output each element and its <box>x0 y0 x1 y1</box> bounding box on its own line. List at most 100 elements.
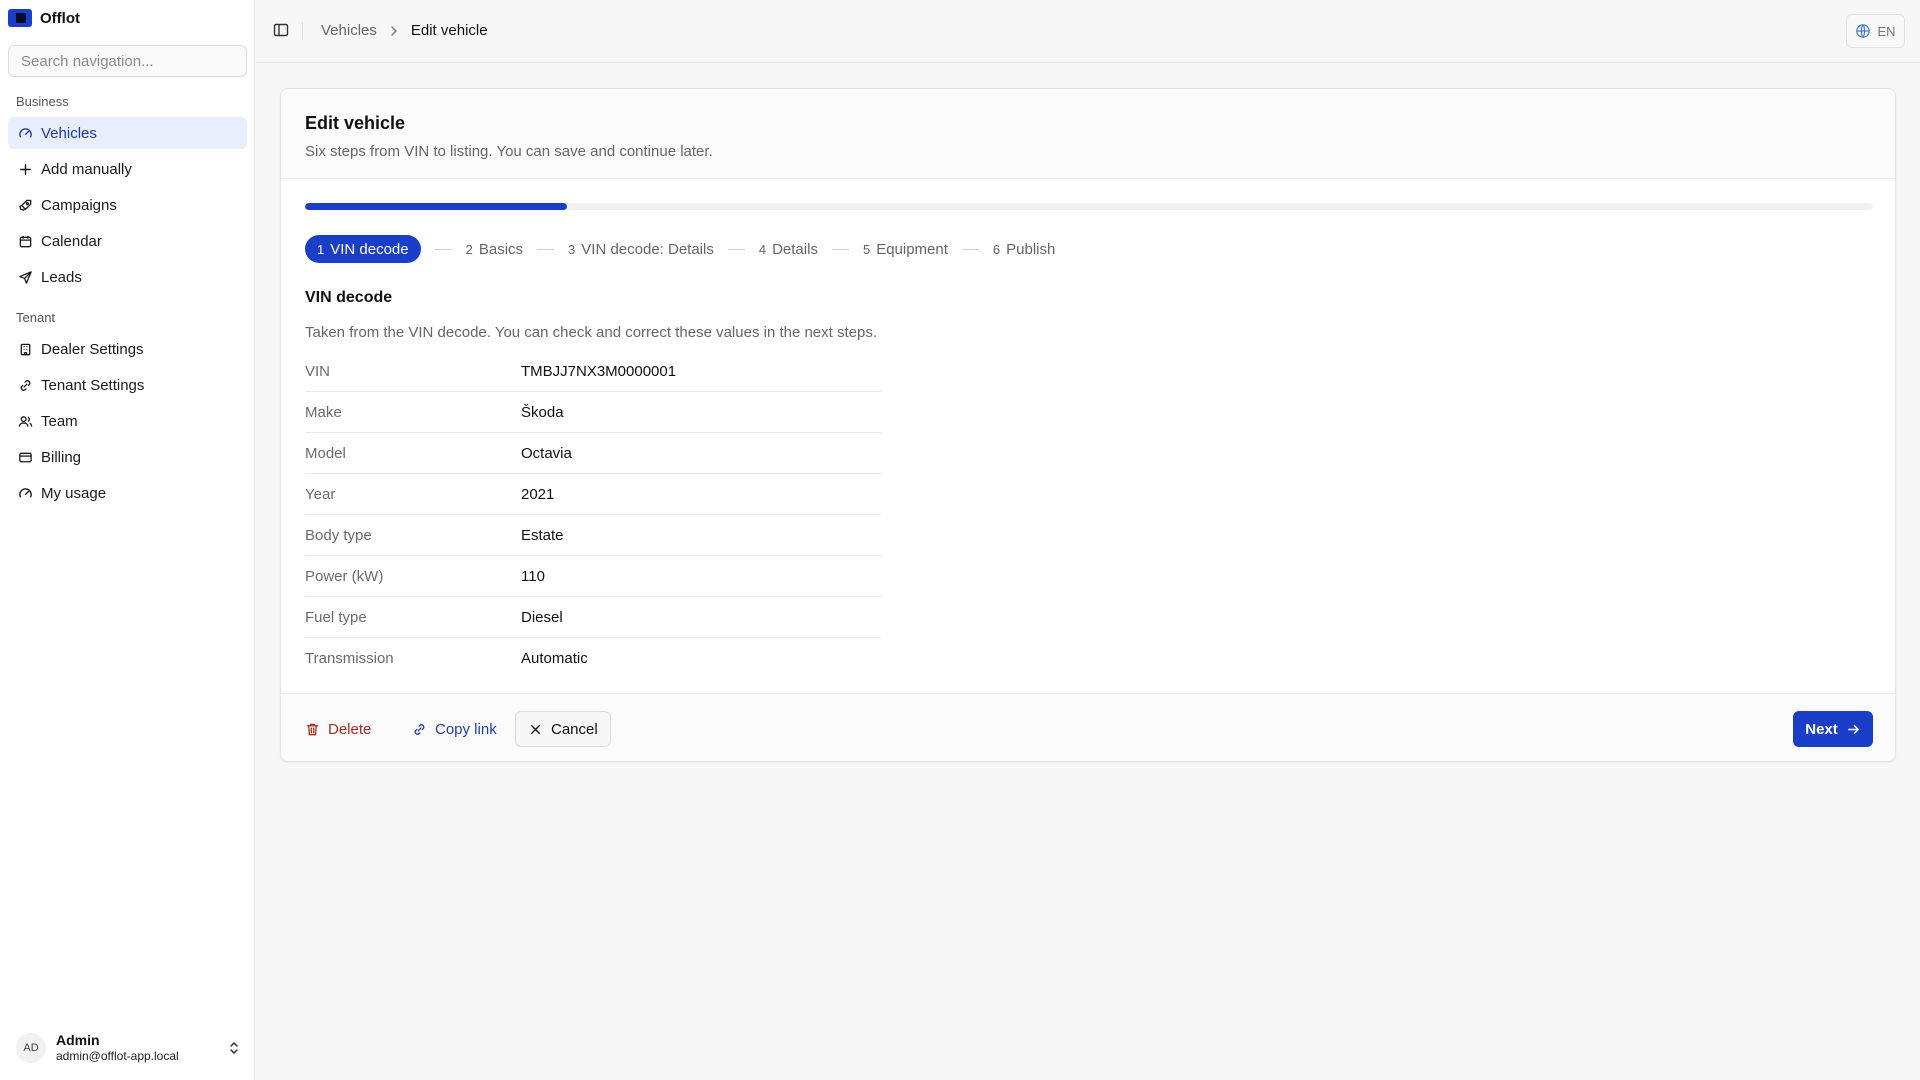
breadcrumb: Vehicles Edit vehicle <box>321 22 488 39</box>
step-number: 6 <box>992 241 1001 257</box>
field-value: TMBJJ7NX3M0000001 <box>521 362 677 380</box>
send-icon <box>17 269 33 285</box>
vin-decode-table: VIN TMBJJ7NX3M0000001 Make Škoda Model O… <box>305 351 881 679</box>
step-separator <box>727 248 745 250</box>
sidebar-item-add-manually[interactable]: Add manually <box>8 153 247 185</box>
field-value: Estate <box>521 526 564 544</box>
card-footer: Delete Copy link Cancel Next <box>281 693 1895 761</box>
step-publish[interactable]: 6 Publish <box>993 235 1055 263</box>
sidebar-item-label: Tenant Settings <box>41 376 145 394</box>
plus-icon <box>17 161 33 177</box>
step-details[interactable]: 4 Details <box>759 235 818 263</box>
copy-link-button[interactable]: Copy link <box>400 711 509 747</box>
sidebar-item-label: Leads <box>41 268 82 286</box>
field-label: VIN <box>305 362 331 380</box>
user-menu[interactable]: AD Admin admin@offlot-app.local <box>16 1030 241 1066</box>
sidebar-item-campaigns[interactable]: Campaigns <box>8 189 247 221</box>
topbar-divider <box>302 22 303 40</box>
page-title: Edit vehicle <box>305 113 406 133</box>
field-label: Body type <box>305 526 372 544</box>
field-value: 110 <box>521 567 545 585</box>
sidebar-item-label: Add manually <box>41 160 132 178</box>
sidebar-item-calendar[interactable]: Calendar <box>8 225 247 257</box>
link-icon <box>17 377 33 393</box>
close-icon <box>531 724 540 734</box>
language-switcher[interactable]: EN <box>1846 14 1905 48</box>
step-number: 2 <box>465 241 473 257</box>
nav-group-tenant: Tenant <box>16 310 56 325</box>
search-navigation-input[interactable] <box>8 45 247 77</box>
calendar-icon <box>17 233 33 249</box>
step-equipment[interactable]: 5 Equipment <box>863 235 948 263</box>
copy-link-label: Copy link <box>435 720 497 738</box>
delete-label: Delete <box>328 720 372 738</box>
breadcrumb-current: Edit vehicle <box>410 22 488 39</box>
sidebar-item-my-usage[interactable]: My usage <box>8 477 247 509</box>
sidebar-item-label: Dealer Settings <box>41 340 144 358</box>
field-label: Transmission <box>305 650 394 667</box>
sidebar-item-tenant-settings[interactable]: Tenant Settings <box>8 369 247 401</box>
chevrons-up-down-icon <box>230 1042 238 1054</box>
nav-group-business: Business <box>16 94 69 109</box>
sidebar-item-team[interactable]: Team <box>8 405 247 437</box>
cancel-label: Cancel <box>551 720 598 738</box>
wizard-progress-bar <box>305 203 1873 210</box>
credit-card-icon <box>17 449 33 465</box>
app-logo-icon <box>8 9 32 27</box>
sidebar-item-label: Vehicles <box>41 124 97 142</box>
page-subtitle: Six steps from VIN to listing. You can s… <box>305 143 713 160</box>
topbar: Vehicles Edit vehicle EN <box>256 0 1920 63</box>
breadcrumb-vehicles-link[interactable]: Vehicles <box>321 22 377 39</box>
field-value: Škoda <box>521 403 564 421</box>
gauge-icon <box>17 485 33 501</box>
gauge-icon <box>17 125 33 141</box>
sidebar-item-billing[interactable]: Billing <box>8 441 247 473</box>
step-label: Publish <box>1006 240 1056 258</box>
sidebar-item-leads[interactable]: Leads <box>8 261 247 293</box>
step-number: 4 <box>758 241 767 257</box>
sidebar-item-vehicles[interactable]: Vehicles <box>8 117 247 149</box>
sidebar-item-label: Calendar <box>41 232 102 250</box>
field-value: Diesel <box>521 608 563 626</box>
cancel-button[interactable]: Cancel <box>515 711 611 747</box>
user-name: Admin <box>56 1032 100 1048</box>
table-row: Body type Estate <box>305 515 881 556</box>
field-label: Make <box>305 403 342 421</box>
field-label: Model <box>305 444 346 462</box>
field-label: Year <box>305 485 336 503</box>
next-label: Next <box>1805 720 1838 738</box>
table-row: VIN TMBJJ7NX3M0000001 <box>305 351 881 392</box>
wizard-steps: 1 VIN decode 2 Basics 3 VIN decode: Deta… <box>305 235 1055 263</box>
sidebar-item-dealer-settings[interactable]: Dealer Settings <box>8 333 247 365</box>
sidebar-toggle-icon[interactable] <box>273 22 289 38</box>
brand[interactable]: Offlot <box>8 8 80 28</box>
edit-vehicle-card: Edit vehicle Six steps from VIN to listi… <box>280 88 1896 762</box>
step-label: VIN decode: Details <box>581 240 714 258</box>
section-title: VIN decode <box>305 289 393 306</box>
step-label: Basics <box>478 240 524 258</box>
step-separator <box>961 248 979 250</box>
sidebar-item-label: Team <box>41 412 78 430</box>
step-separator <box>831 248 849 250</box>
step-label: Details <box>772 240 818 258</box>
table-row: Model Octavia <box>305 433 881 474</box>
app-name: Offlot <box>40 9 80 27</box>
step-vin-decode-details[interactable]: 3 VIN decode: Details <box>568 235 714 263</box>
table-row: Make Škoda <box>305 392 881 433</box>
delete-button[interactable]: Delete <box>293 711 383 747</box>
step-vin-decode[interactable]: 1 VIN decode <box>305 235 421 263</box>
sidebar-item-label: My usage <box>41 484 107 502</box>
next-button[interactable]: Next <box>1793 711 1873 747</box>
arrow-right-icon <box>1847 724 1859 734</box>
wizard-progress-fill <box>305 203 567 210</box>
field-value: Octavia <box>521 444 572 462</box>
field-label: Fuel type <box>305 608 367 626</box>
avatar: AD <box>16 1033 46 1063</box>
users-icon <box>17 413 33 429</box>
sidebar-item-label: Campaigns <box>41 196 117 214</box>
chevron-right-icon <box>391 25 397 36</box>
field-value: Automatic <box>521 650 588 667</box>
step-basics[interactable]: 2 Basics <box>466 235 523 263</box>
step-separator <box>434 248 452 250</box>
sidebar: Offlot Business Vehicles Add manually Ca… <box>0 0 255 1080</box>
